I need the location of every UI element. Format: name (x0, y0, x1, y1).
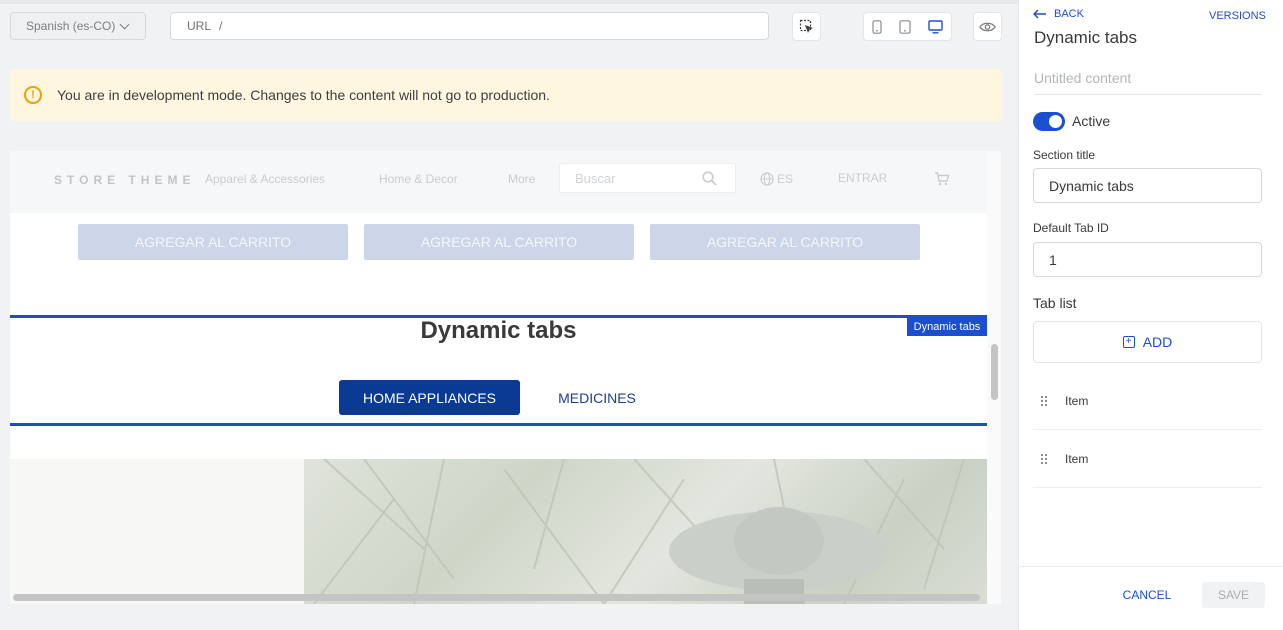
dev-mode-message: You are in development mode. Changes to … (57, 87, 550, 103)
tab-medicines[interactable]: MEDICINES (542, 380, 652, 415)
active-label: Active (1072, 113, 1111, 129)
block-highlight-bottom (10, 423, 987, 426)
section-title: Dynamic tabs (420, 317, 577, 344)
panel-footer-divider (1018, 566, 1283, 567)
preview-button[interactable] (973, 12, 1002, 41)
locale-value: Spanish (es-CO) (26, 19, 116, 33)
url-label: URL (187, 19, 212, 33)
tab-list-item[interactable]: Item (1033, 372, 1262, 430)
hero-image (304, 459, 987, 604)
active-toggle[interactable] (1033, 112, 1065, 131)
section-title-value: Dynamic tabs (1049, 177, 1134, 194)
toggle-knob (1049, 115, 1062, 128)
tab-home-appliances[interactable]: HOME APPLIANCES (339, 380, 520, 415)
panel-title: Dynamic tabs (1034, 28, 1137, 47)
top-strip (0, 0, 1018, 4)
nav-item-more[interactable]: More (508, 172, 535, 186)
dev-mode-banner: ! You are in development mode. Changes t… (10, 69, 1002, 121)
url-value: / (219, 19, 223, 33)
cursor-select-icon (799, 19, 813, 33)
versions-link[interactable]: VERSIONS (1209, 10, 1266, 22)
eye-icon (979, 22, 996, 31)
chevron-down-icon (119, 19, 130, 29)
tab-list-label: Tab list (1033, 295, 1077, 311)
banner-left-pane (10, 459, 304, 604)
back-link[interactable]: BACK (1033, 8, 1084, 20)
back-label: BACK (1054, 8, 1084, 20)
section-title-label: Section title (1033, 148, 1096, 162)
content-name-input[interactable]: Untitled content (1034, 70, 1262, 95)
add-to-cart-button[interactable]: AGREGAR AL CARRITO (650, 224, 920, 260)
login-link[interactable]: ENTRAR (838, 171, 887, 185)
desktop-icon[interactable] (927, 19, 943, 34)
tablet-icon[interactable] (899, 19, 911, 34)
plus-icon: + (1122, 336, 1135, 348)
search-icon[interactable] (702, 171, 717, 186)
default-tab-id-label: Default Tab ID (1033, 221, 1109, 235)
arrow-left-icon (1033, 9, 1046, 19)
default-tab-id-input[interactable]: 1 (1033, 242, 1262, 277)
cancel-button[interactable]: CANCEL (1111, 582, 1183, 608)
add-label: ADD (1142, 334, 1173, 350)
add-to-cart-button[interactable]: AGREGAR AL CARRITO (364, 224, 634, 260)
mobile-icon[interactable] (872, 19, 882, 34)
tab-list-item[interactable]: Item (1033, 430, 1262, 488)
warning-icon: ! (24, 86, 42, 104)
drag-handle-icon[interactable] (1040, 452, 1048, 465)
default-tab-id-value: 1 (1049, 251, 1057, 268)
horizontal-scrollbar[interactable] (13, 594, 980, 601)
nav-item-apparel[interactable]: Apparel & Accessories (205, 172, 325, 186)
site-preview: STORE THEME Apparel & Accessories Home &… (10, 151, 1001, 604)
locale-select[interactable]: Spanish (es-CO) (10, 12, 146, 40)
language-selector[interactable]: ES (777, 172, 793, 186)
vertical-scrollbar[interactable] (991, 344, 998, 400)
add-tab-button[interactable]: + ADD (1033, 321, 1262, 363)
drag-handle-icon[interactable] (1040, 394, 1048, 407)
store-search-placeholder: Buscar (575, 170, 616, 186)
cart-icon[interactable] (934, 172, 950, 186)
tab-list-item-label: Item (1065, 451, 1089, 466)
hero-image-graphic (313, 459, 965, 604)
url-field[interactable]: URL / (170, 12, 769, 40)
store-header: STORE THEME Apparel & Accessories Home &… (10, 151, 987, 213)
section-title-input[interactable]: Dynamic tabs (1033, 168, 1262, 203)
store-logo: STORE THEME (54, 173, 196, 187)
nav-item-home-decor[interactable]: Home & Decor (379, 172, 458, 186)
select-element-button[interactable] (792, 12, 821, 41)
tab-list-item-label: Item (1065, 393, 1089, 408)
add-to-cart-button[interactable]: AGREGAR AL CARRITO (78, 224, 348, 260)
globe-icon[interactable] (760, 172, 774, 186)
save-button[interactable]: SAVE (1202, 582, 1265, 608)
device-switcher (863, 12, 952, 41)
store-search-input[interactable]: Buscar (559, 163, 736, 193)
